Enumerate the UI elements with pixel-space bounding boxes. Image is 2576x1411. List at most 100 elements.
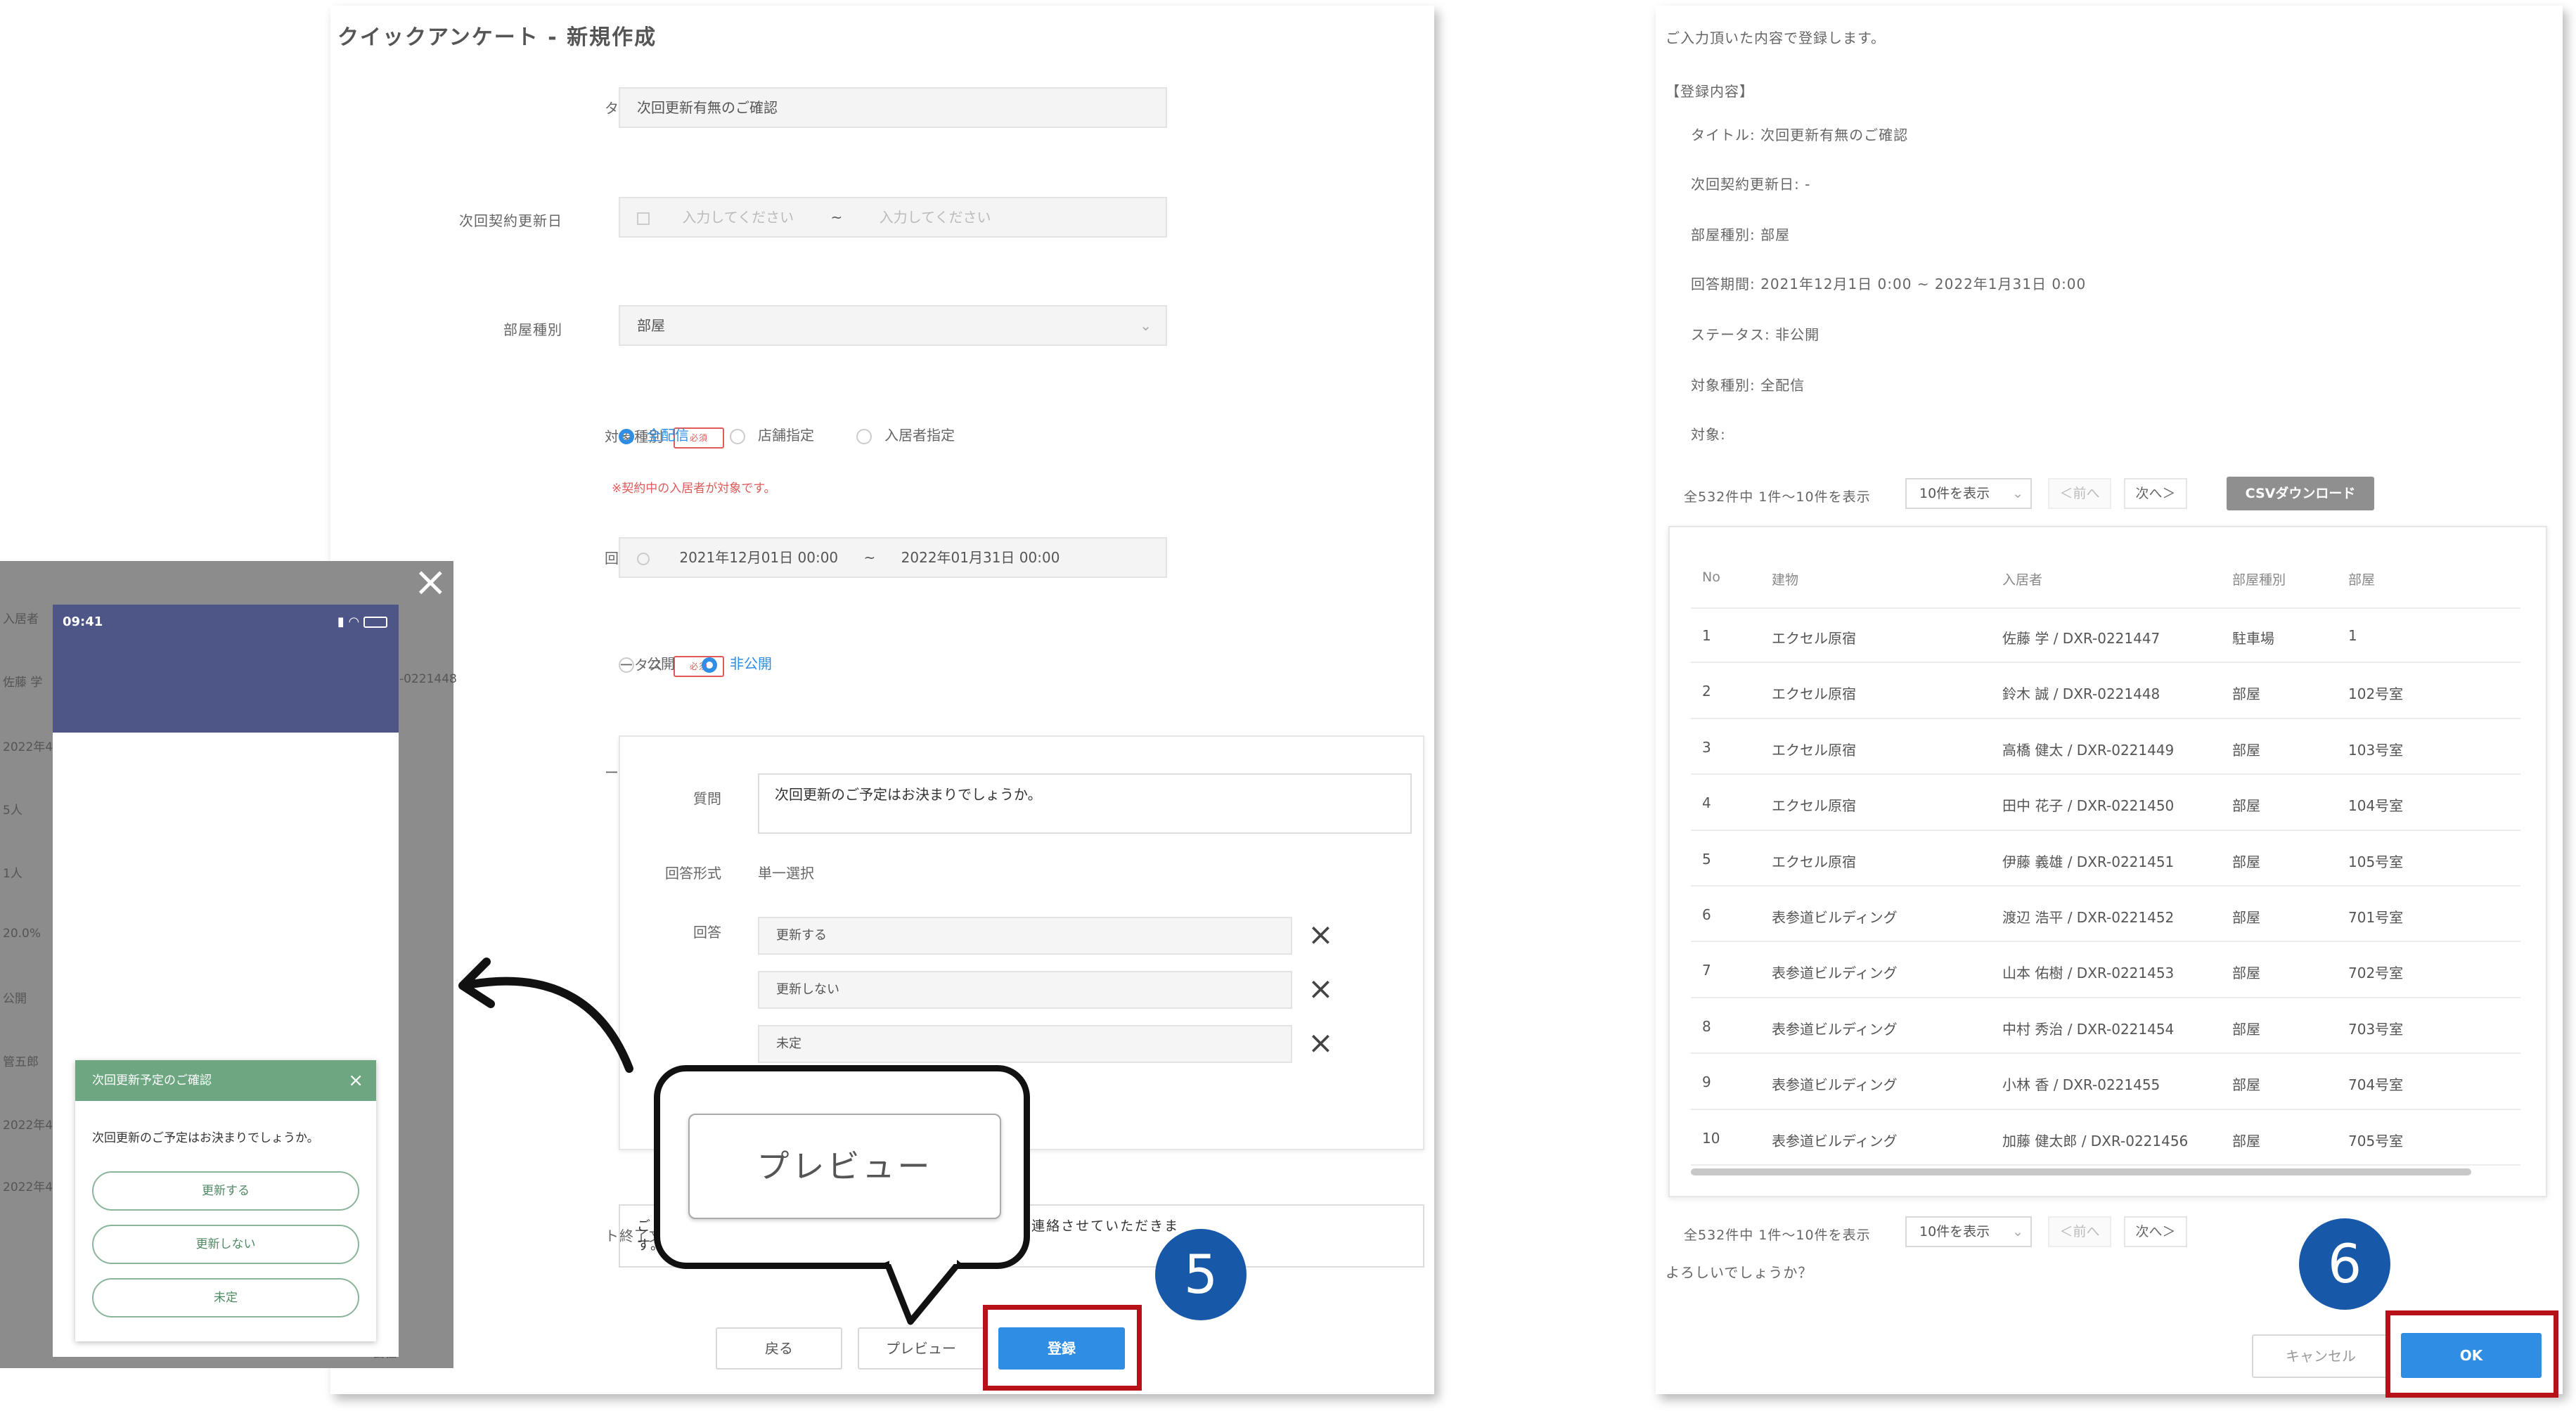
table-row: 1 エクセル原宿 佐藤 学 / DXR-0221447 駐車場 1 bbox=[1670, 607, 2546, 664]
table-cell: エクセル原宿 bbox=[1772, 797, 1856, 815]
result-count-top: 全532件中 1件～10件を表示 bbox=[1684, 489, 1871, 505]
table-cell: 部屋 bbox=[2232, 909, 2260, 926]
bg-label: -0221448 bbox=[399, 672, 457, 686]
title-input[interactable]: 次回更新有無のご確認 bbox=[619, 87, 1167, 128]
option-undecided-button[interactable]: 未定 bbox=[92, 1278, 359, 1317]
table-cell: 表参道ビルディング bbox=[1772, 1132, 1898, 1149]
bg-label: 1人 bbox=[3, 867, 22, 881]
room-type-label: 部屋種別 bbox=[503, 321, 562, 338]
per-page-select-top[interactable]: 10件を表示 ⌄ bbox=[1905, 478, 2032, 509]
answer-input-2[interactable]: 更新しない bbox=[758, 971, 1292, 1009]
back-button[interactable]: 戻る bbox=[716, 1327, 842, 1370]
clock-icon bbox=[637, 552, 650, 565]
table-row: 6 表参道ビルディング 渡辺 浩平 / DXR-0221452 部屋 701号室 bbox=[1670, 887, 2546, 943]
option-not-renew-button[interactable]: 更新しない bbox=[92, 1225, 359, 1264]
target-note: ※契約中の入居者が対象です。 bbox=[612, 482, 776, 496]
table-cell: 104号室 bbox=[2348, 797, 2404, 815]
calendar-icon bbox=[637, 212, 650, 225]
table-cell: 7 bbox=[1702, 962, 1711, 979]
table-cell: 部屋 bbox=[2232, 685, 2260, 703]
table-cell: 山本 佑樹 / DXR-0221453 bbox=[2002, 965, 2175, 982]
remove-answer-2-icon[interactable]: × bbox=[1308, 974, 1334, 1005]
preview-overlay: 入居者 佐藤 学 2022年4 5人 1人 20.0% 公開 管五郎 2022年… bbox=[0, 561, 457, 1368]
status-private-radio[interactable]: 非公開 bbox=[702, 652, 772, 673]
table-cell: 105号室 bbox=[2348, 853, 2404, 870]
bg-label: 2022年4 bbox=[3, 740, 53, 754]
next-page-button-bottom[interactable]: 次へ＞ bbox=[2124, 1216, 2187, 1247]
confirm-section-title: 【登録内容】 bbox=[1666, 83, 1754, 100]
target-store-radio[interactable]: 店舗指定 bbox=[730, 424, 814, 444]
option-renew-button[interactable]: 更新する bbox=[92, 1171, 359, 1211]
bg-label: 公開 bbox=[3, 992, 27, 1006]
bg-label: 2022年4 bbox=[3, 1180, 53, 1194]
table-cell: 高橋 健太 / DXR-0221449 bbox=[2002, 741, 2175, 759]
table-cell: 部屋 bbox=[2232, 965, 2260, 982]
survey-modal-header: 次回更新予定のご確認 × bbox=[75, 1060, 376, 1101]
confirm-title-line: タイトル: 次回更新有無のご確認 bbox=[1691, 127, 1909, 143]
phone-header: 09:41 ▮ ◠ bbox=[53, 605, 399, 733]
remove-answer-3-icon[interactable]: × bbox=[1308, 1028, 1334, 1059]
table-cell: 704号室 bbox=[2348, 1076, 2404, 1094]
callout-tail bbox=[883, 1258, 962, 1325]
bg-label: 管五郎 bbox=[3, 1055, 39, 1069]
table-cell: 中村 秀治 / DXR-0221454 bbox=[2002, 1020, 2175, 1038]
room-type-select[interactable]: 部屋 ⌄ bbox=[619, 305, 1167, 346]
bg-label: 佐藤 学 bbox=[3, 676, 43, 690]
answer-period-input[interactable]: 2021年12月01日 00:00 ~ 2022年01月31日 00:00 bbox=[619, 537, 1167, 578]
table-cell: 2 bbox=[1702, 683, 1711, 700]
row-divider bbox=[1691, 1164, 2520, 1166]
th-resident: 入居者 bbox=[2002, 572, 2043, 588]
status-public-radio[interactable]: 公開 bbox=[619, 652, 675, 673]
table-cell: 部屋 bbox=[2232, 853, 2260, 870]
table-cell: エクセル原宿 bbox=[1772, 741, 1856, 759]
close-preview-icon[interactable]: × bbox=[413, 561, 448, 602]
survey-modal-question: 次回更新のご予定はお決まりでしょうか。 bbox=[92, 1131, 319, 1145]
answer-input-3[interactable]: 未定 bbox=[758, 1025, 1292, 1063]
step-5-badge: 5 bbox=[1155, 1229, 1247, 1320]
next-page-button-top[interactable]: 次へ＞ bbox=[2124, 478, 2187, 509]
question-textarea[interactable]: 次回更新のご予定はお決まりでしょうか。 bbox=[758, 773, 1412, 834]
prev-page-button-bottom[interactable]: ＜前へ bbox=[2048, 1216, 2111, 1247]
th-room: 部屋 bbox=[2348, 572, 2376, 588]
result-count-bottom: 全532件中 1件～10件を表示 bbox=[1684, 1228, 1871, 1243]
horizontal-scrollbar[interactable] bbox=[1691, 1168, 2471, 1175]
table-cell: 表参道ビルディング bbox=[1772, 1020, 1898, 1038]
per-page-select-bottom[interactable]: 10件を表示 ⌄ bbox=[1905, 1216, 2032, 1247]
confirm-intro: ご入力頂いた内容で登録します。 bbox=[1666, 30, 1886, 46]
table-cell: 103号室 bbox=[2348, 741, 2404, 759]
prev-page-button-top[interactable]: ＜前へ bbox=[2048, 478, 2111, 509]
target-resident-radio[interactable]: 入居者指定 bbox=[856, 424, 955, 444]
cancel-button[interactable]: キャンセル bbox=[2252, 1334, 2390, 1378]
target-all-radio[interactable]: 全配信 bbox=[619, 424, 689, 444]
table-cell: エクセル原宿 bbox=[1772, 685, 1856, 703]
table-cell: 702号室 bbox=[2348, 965, 2404, 982]
table-cell: 表参道ビルディング bbox=[1772, 1076, 1898, 1094]
remove-answer-1-icon[interactable]: × bbox=[1308, 920, 1334, 951]
table-cell: 10 bbox=[1702, 1129, 1720, 1147]
ok-button[interactable]: OK bbox=[2401, 1333, 2542, 1378]
question-field-label: 質問 bbox=[693, 790, 721, 807]
table-cell: 701号室 bbox=[2348, 909, 2404, 926]
bg-label: 入居者 bbox=[3, 612, 39, 626]
confirm-target-line: 対象: bbox=[1691, 426, 1726, 443]
table-cell: 9 bbox=[1702, 1074, 1711, 1091]
bg-label: 20.0% bbox=[3, 927, 41, 941]
table-cell: 部屋 bbox=[2232, 1020, 2260, 1038]
chevron-down-icon: ⌄ bbox=[2012, 486, 2023, 501]
table-cell: 小林 香 / DXR-0221455 bbox=[2002, 1076, 2160, 1094]
phone-time: 09:41 bbox=[63, 614, 103, 629]
table-cell: 705号室 bbox=[2348, 1132, 2404, 1149]
close-icon[interactable]: × bbox=[348, 1060, 363, 1101]
th-building: 建物 bbox=[1772, 572, 1799, 588]
submit-button[interactable]: 登録 bbox=[998, 1327, 1125, 1370]
phone-screen: 09:41 ▮ ◠ 次回更新予定のご確認 × 次回更新のご予定はお決まりでしょう… bbox=[53, 605, 399, 1357]
battery-icon bbox=[363, 617, 387, 628]
th-room-type: 部屋種別 bbox=[2232, 572, 2286, 588]
answer-input-1[interactable]: 更新する bbox=[758, 917, 1292, 955]
table-cell: 伊藤 義雄 / DXR-0221451 bbox=[2002, 853, 2175, 870]
csv-download-button[interactable]: CSVダウンロード bbox=[2227, 477, 2374, 510]
table-cell: 1 bbox=[1702, 627, 1711, 644]
table-cell: 部屋 bbox=[2232, 1132, 2260, 1149]
table-row: 8 表参道ビルディング 中村 秀治 / DXR-0221454 部屋 703号室 bbox=[1670, 998, 2546, 1055]
renewal-date-range-input[interactable]: 入力してください ~ 入力してください bbox=[619, 197, 1167, 238]
